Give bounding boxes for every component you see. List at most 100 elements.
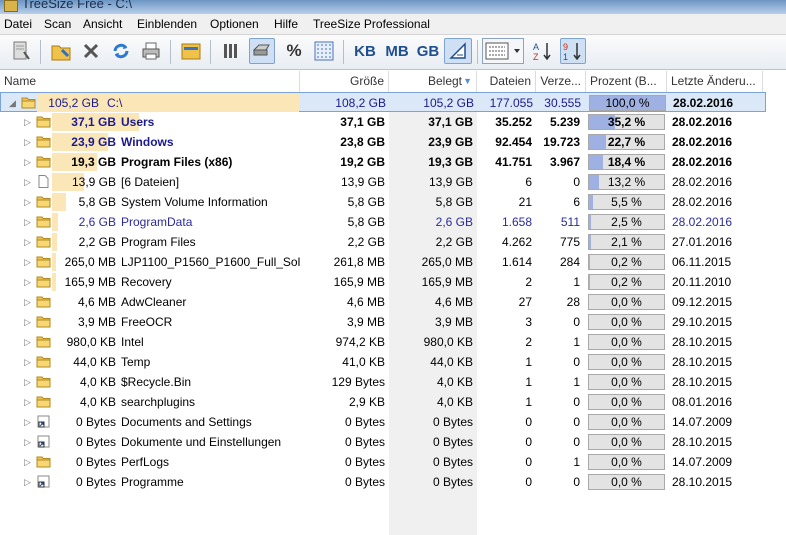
expand-arrow-icon[interactable]: ▷ xyxy=(24,337,32,347)
tree-row[interactable]: ▷ 0 Bytes Programme 0 Bytes 0 Bytes 0 0 0,0 % 28… xyxy=(0,472,766,492)
tree-row[interactable]: ▷ 44,0 KB Temp 41,0 KB 44,0 KB 1 0 0,0 % 28.10.2… xyxy=(0,352,766,372)
menu-datei[interactable]: Datei xyxy=(4,17,32,31)
tree-row[interactable]: ▷ 2,6 GB ProgramData 5,8 GB 2,6 GB 1.658 511 2,… xyxy=(0,212,766,232)
header-dateien[interactable]: Dateien xyxy=(477,71,536,92)
expand-arrow-icon[interactable]: ▷ xyxy=(24,137,32,147)
percent-icon: % xyxy=(286,41,302,60)
expand-arrow-icon[interactable]: ▷ xyxy=(24,197,32,207)
menu-hilfe[interactable]: Hilfe xyxy=(274,17,298,31)
menu-scan[interactable]: Scan xyxy=(44,17,71,31)
print-button[interactable] xyxy=(138,38,164,64)
menu-optionen[interactable]: Optionen xyxy=(210,17,259,31)
mb-unit-button[interactable]: MB xyxy=(382,38,412,64)
tree-row[interactable]: ▷ 4,0 KB searchplugins 2,9 KB 4,0 KB 1 0 0,0 % 0… xyxy=(0,392,766,412)
header-groesse[interactable]: Größe xyxy=(300,71,389,92)
refresh-button[interactable] xyxy=(108,38,134,64)
expand-arrow-icon[interactable]: ▷ xyxy=(24,297,32,307)
cell-dateien: 6 xyxy=(525,175,532,189)
menu-einblenden[interactable]: Einblenden xyxy=(137,17,197,31)
menu-bar: Datei Scan Ansicht Einblenden Optionen H… xyxy=(0,14,786,35)
details-view-dropdown[interactable] xyxy=(482,38,524,64)
expand-arrow-icon[interactable]: ▷ xyxy=(24,117,32,127)
cell-belegt: 44,0 KB xyxy=(430,355,473,369)
expand-arrow-icon[interactable]: ▷ xyxy=(24,177,32,187)
expand-arrow-icon[interactable]: ▷ xyxy=(24,397,32,407)
expand-arrow-icon[interactable]: ▷ xyxy=(24,157,32,167)
item-name: C:\ xyxy=(107,96,123,110)
item-name: FreeOCR xyxy=(121,315,173,329)
expand-arrow-icon[interactable]: ▷ xyxy=(24,257,32,267)
cell-dateien: 0 xyxy=(525,455,532,469)
percent-bar: 13,2 % xyxy=(588,174,665,190)
cell-belegt: 37,1 GB xyxy=(428,115,473,129)
percent-label: 18,4 % xyxy=(607,155,646,169)
tree-row[interactable]: ▷ 0 Bytes Dokumente und Einstellungen 0 Byt… xyxy=(0,432,766,452)
size-bar-label: 0 Bytes xyxy=(75,415,116,429)
expand-arrow-icon[interactable]: ▷ xyxy=(24,357,32,367)
tree-row[interactable]: ▷ 2,2 GB Program Files 2,2 GB 2,2 GB 4.262 775… xyxy=(0,232,766,252)
sort-size-button[interactable]: 91 xyxy=(560,38,586,64)
size-bar-label: 0 Bytes xyxy=(75,435,116,449)
explorer-button[interactable] xyxy=(178,38,204,64)
expand-arrow-icon[interactable]: ▷ xyxy=(24,417,32,427)
expand-arrow-icon[interactable]: ▷ xyxy=(24,457,32,467)
stop-button[interactable] xyxy=(78,38,104,64)
header-letzte-aenderung[interactable]: Letzte Änderu... xyxy=(667,71,763,92)
item-name: searchplugins xyxy=(121,395,196,409)
gb-unit-button[interactable]: GB xyxy=(413,38,443,64)
tree-row[interactable]: ▷ 4,6 MB AdwCleaner 4,6 MB 4,6 MB 27 28 0,0 % 09… xyxy=(0,292,766,312)
tree-row[interactable]: ▷ 37,1 GB Users 37,1 GB 37,1 GB 35.252 5.239 35… xyxy=(0,112,766,132)
auto-unit-button[interactable] xyxy=(444,38,472,64)
cell-groesse: 129 Bytes xyxy=(331,375,385,389)
tree-row[interactable]: ▷ 13,9 GB [6 Dateien] 13,9 GB 13,9 GB 6 0 13,2 … xyxy=(0,172,766,192)
cell-belegt: 3,9 MB xyxy=(434,315,473,329)
cell-date: 28.02.2016 xyxy=(672,155,733,169)
cell-groesse: 0 Bytes xyxy=(344,475,385,489)
header-verzeichnisse[interactable]: Verze... xyxy=(536,71,586,92)
select-drive-button[interactable] xyxy=(8,38,34,64)
item-name: PerfLogs xyxy=(121,455,170,469)
kb-unit-button[interactable]: KB xyxy=(350,38,380,64)
tree-row[interactable]: ▷ 19,3 GB Program Files (x86) 19,2 GB 19,3 G… xyxy=(0,152,766,172)
tree-root-row[interactable]: ◢ 105,2 GB C:\ 108,2 GB 105,2 GB 177.055 30.55… xyxy=(0,92,766,112)
expand-arrow-icon[interactable]: ▷ xyxy=(24,237,32,247)
expand-arrow-icon[interactable]: ▷ xyxy=(24,377,32,387)
cell-dateien: 2 xyxy=(525,275,532,289)
item-name: [6 Dateien] xyxy=(121,175,180,189)
percent-label: 0,0 % xyxy=(611,435,642,449)
size-bar-label: 4,6 MB xyxy=(77,295,116,309)
tree-row[interactable]: ▷ 0 Bytes PerfLogs 0 Bytes 0 Bytes 0 1 0,0 % 14.… xyxy=(0,452,766,472)
percent-view-button[interactable]: % xyxy=(281,38,307,64)
tree-row[interactable]: ▷ 265,0 MB LJP1100_P1560_P1600_Full_Solu..… xyxy=(0,252,766,272)
expand-arrow-icon[interactable]: ▷ xyxy=(24,277,32,287)
bar-view-button[interactable] xyxy=(218,38,244,64)
tree-row[interactable]: ▷ 3,9 MB FreeOCR 3,9 MB 3,9 MB 3 0 0,0 % 29.10.2… xyxy=(0,312,766,332)
tree-row[interactable]: ▷ 980,0 KB Intel 974,2 KB 980,0 KB 2 1 0,0 % 28.… xyxy=(0,332,766,352)
expand-arrow-icon[interactable]: ▷ xyxy=(24,317,32,327)
header-prozent[interactable]: Prozent (B... xyxy=(586,71,667,92)
folder-icon xyxy=(36,375,51,388)
cell-date: 28.10.2015 xyxy=(672,475,733,489)
size-view-button[interactable] xyxy=(249,38,275,64)
tree-row[interactable]: ▷ 165,9 MB Recovery 165,9 MB 165,9 MB 2 1 0,2 %… xyxy=(0,272,766,292)
expand-arrow-icon[interactable]: ▷ xyxy=(24,217,32,227)
size-bar-label: 2,6 GB xyxy=(78,215,116,229)
collapse-arrow-icon[interactable]: ◢ xyxy=(9,98,17,108)
tree-row[interactable]: ▷ 5,8 GB System Volume Information 5,8 GB 5,… xyxy=(0,192,766,212)
menu-treesize-professional[interactable]: TreeSize Professional xyxy=(313,17,430,31)
cell-verz: 30.555 xyxy=(544,96,581,110)
sort-alpha-button[interactable]: AZ xyxy=(530,38,556,64)
stop-icon xyxy=(83,43,99,59)
percent-bar: 0,2 % xyxy=(588,274,665,290)
header-name[interactable]: Name xyxy=(0,71,300,92)
tree-row[interactable]: ▷ 23,9 GB Windows 23,8 GB 23,9 GB 92.454 19.72… xyxy=(0,132,766,152)
header-belegt[interactable]: Belegt ▼ xyxy=(389,71,477,92)
scan-folder-button[interactable] xyxy=(48,38,74,64)
refresh-icon xyxy=(113,43,129,59)
menu-ansicht[interactable]: Ansicht xyxy=(83,17,122,31)
expand-arrow-icon[interactable]: ▷ xyxy=(24,437,32,447)
file-count-view-button[interactable] xyxy=(311,38,337,64)
tree-row[interactable]: ▷ 0 Bytes Documents and Settings 0 Bytes 0 B… xyxy=(0,412,766,432)
expand-arrow-icon[interactable]: ▷ xyxy=(24,477,32,487)
tree-row[interactable]: ▷ 4,0 KB $Recycle.Bin 129 Bytes 4,0 KB 1 1 0,0 … xyxy=(0,372,766,392)
